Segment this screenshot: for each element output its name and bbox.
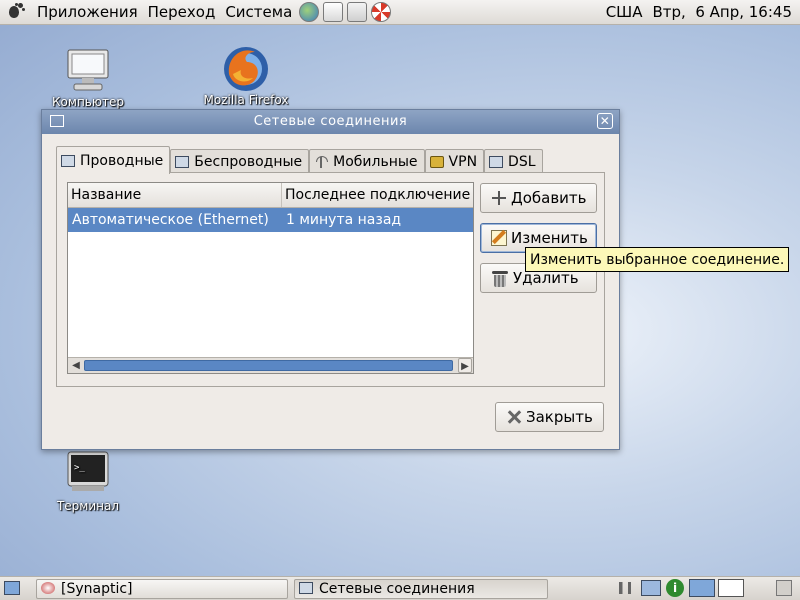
close-icon	[506, 409, 522, 425]
dsl-network-icon	[489, 156, 504, 168]
tab-label: Мобильные	[333, 154, 418, 170]
lock-icon	[429, 156, 444, 168]
workspace-2[interactable]	[718, 579, 744, 597]
task-label: Сетевые соединения	[319, 581, 475, 597]
network-connections-window: Сетевые соединения ✕ Проводные Беспровод…	[41, 109, 620, 450]
edit-button-label: Изменить	[511, 229, 588, 247]
tab-label: DSL	[508, 154, 536, 170]
keyboard-layout-indicator[interactable]: США	[606, 3, 643, 21]
window-title: Сетевые соединения	[253, 114, 408, 129]
connections-list: Название Последнее подключение Автоматич…	[67, 182, 474, 374]
desktop-icon-label: Mozilla Firefox	[203, 93, 289, 107]
svg-text:>_: >_	[74, 463, 85, 473]
plus-icon	[491, 190, 507, 206]
network-status-icon[interactable]	[641, 580, 661, 596]
tab-bar: Проводные Беспроводные Мобильные VPN DSL	[56, 146, 543, 174]
help-lifebuoy-icon[interactable]	[371, 2, 392, 22]
edit-icon	[491, 230, 507, 246]
trash-applet-icon[interactable]	[776, 580, 792, 596]
volume-icon[interactable]	[619, 582, 631, 594]
scroll-right-icon[interactable]: ▶	[458, 358, 472, 373]
top-tray: США Втр, 6 Апр, 16:45	[606, 3, 800, 21]
antenna-icon	[314, 156, 329, 168]
add-button[interactable]: Добавить	[480, 183, 597, 213]
clock[interactable]: Втр, 6 Апр, 16:45	[652, 3, 792, 21]
list-header: Название Последнее подключение	[68, 183, 473, 208]
window-close-button[interactable]: ✕	[597, 113, 613, 129]
window-titlebar[interactable]: Сетевые соединения ✕	[42, 110, 619, 134]
tab-dsl[interactable]: DSL	[484, 149, 543, 174]
browser-launcher-icon[interactable]	[299, 2, 320, 22]
scrollbar-thumb[interactable]	[84, 360, 453, 371]
taskbar-item-network-connections[interactable]: Сетевые соединения	[294, 579, 548, 599]
desktop-icon-computer[interactable]: Компьютер	[48, 46, 128, 109]
wireless-network-icon	[175, 156, 190, 168]
menu-system[interactable]: Система	[220, 3, 297, 21]
office-launcher-icon[interactable]	[347, 2, 368, 22]
menu-places[interactable]: Переход	[143, 3, 221, 21]
horizontal-scrollbar[interactable]: ◀ ▶	[68, 357, 473, 373]
info-icon[interactable]: i	[666, 579, 684, 597]
tab-label: Проводные	[80, 152, 164, 169]
close-button-label: Закрыть	[526, 408, 593, 426]
list-item[interactable]: Автоматическое (Ethernet) 1 минута назад	[68, 208, 473, 232]
column-header-name[interactable]: Название	[68, 183, 282, 207]
scroll-left-icon[interactable]: ◀	[69, 358, 83, 373]
mail-launcher-icon[interactable]	[323, 2, 344, 22]
column-header-last-used[interactable]: Последнее подключение	[282, 183, 473, 207]
firefox-icon	[224, 47, 268, 91]
synaptic-icon	[41, 582, 55, 594]
desktop-icon-firefox[interactable]: Mozilla Firefox	[196, 44, 296, 107]
tab-wireless[interactable]: Беспроводные	[170, 149, 310, 174]
top-panel: Приложения Переход Система США Втр, 6 Ап…	[0, 0, 800, 25]
terminal-icon: >_	[67, 451, 109, 491]
network-task-icon	[299, 582, 313, 594]
task-label: [Synaptic]	[61, 581, 133, 597]
tab-label: VPN	[448, 154, 478, 170]
trash-icon	[491, 268, 509, 288]
add-button-label: Добавить	[511, 189, 587, 207]
tab-wired[interactable]: Проводные	[56, 146, 171, 174]
desktop-icon-label: Терминал	[56, 499, 120, 513]
connection-last-used: 1 минута назад	[286, 212, 402, 228]
connection-name: Автоматическое (Ethernet)	[72, 212, 269, 228]
desktop-icon-label: Компьютер	[52, 95, 124, 109]
bottom-panel: [Synaptic] Сетевые соединения i	[0, 576, 800, 600]
tab-label: Беспроводные	[194, 154, 303, 170]
tooltip: Изменить выбранное соединение.	[525, 247, 790, 272]
computer-icon	[67, 49, 109, 91]
gnome-foot-icon[interactable]	[6, 2, 26, 22]
wired-network-icon	[61, 154, 75, 167]
workspace-1[interactable]	[689, 579, 715, 597]
menu-applications[interactable]: Приложения	[32, 3, 143, 21]
tab-panel-wired: Название Последнее подключение Автоматич…	[56, 172, 605, 387]
close-button[interactable]: Закрыть	[495, 402, 604, 432]
taskbar-item-synaptic[interactable]: [Synaptic]	[36, 579, 288, 599]
tab-mobile[interactable]: Мобильные	[309, 149, 425, 174]
tab-vpn[interactable]: VPN	[424, 149, 485, 174]
show-desktop-icon[interactable]	[4, 581, 20, 595]
desktop-icon-terminal[interactable]: >_ Терминал	[48, 450, 128, 513]
